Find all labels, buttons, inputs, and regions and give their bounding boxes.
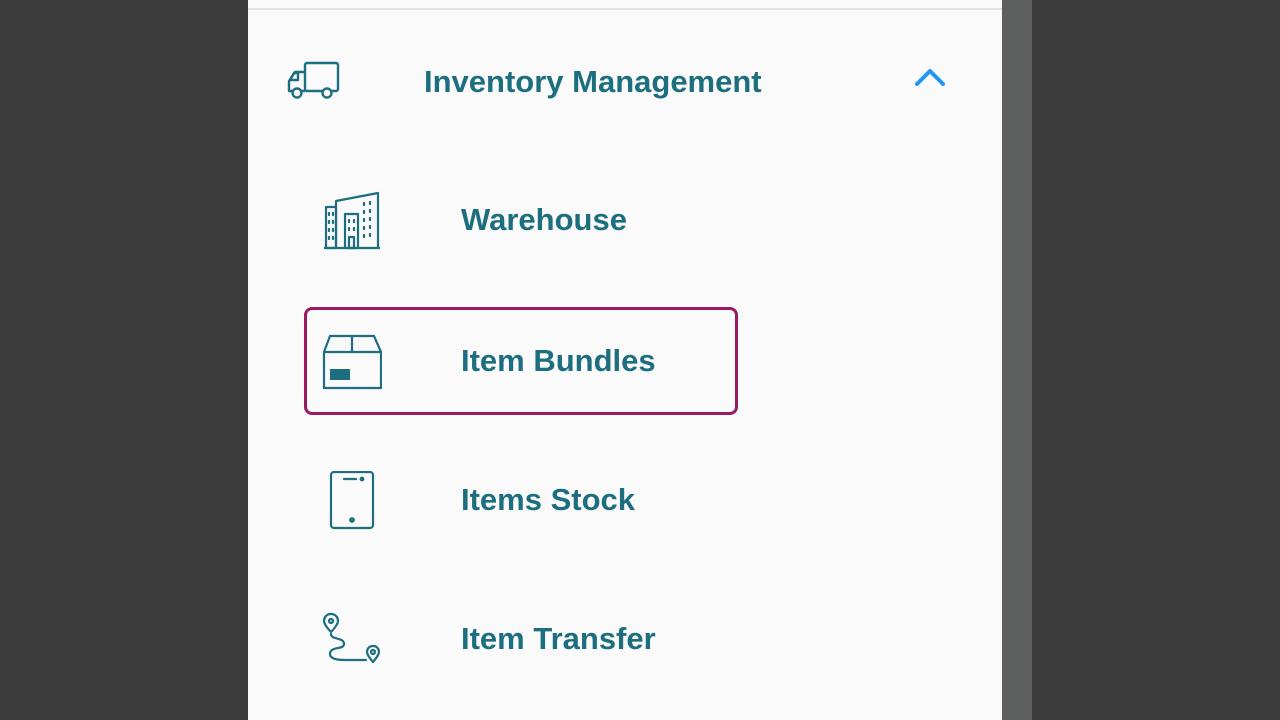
chevron-up-icon[interactable]	[914, 66, 946, 88]
menu-item-label: Item Bundles	[461, 343, 656, 378]
menu-item-items-stock[interactable]: Items Stock	[304, 446, 738, 554]
section-title: Inventory Management	[424, 64, 762, 99]
scrollbar[interactable]	[1002, 0, 1032, 720]
divider	[248, 8, 1002, 10]
truck-icon	[286, 60, 340, 100]
route-icon	[322, 610, 382, 670]
menu-item-warehouse[interactable]: Warehouse	[304, 166, 738, 274]
menu-item-item-transfer[interactable]: Item Transfer	[304, 585, 738, 693]
menu-item-label: Warehouse	[461, 202, 627, 237]
buildings-icon	[322, 191, 382, 251]
menu-item-label: Item Transfer	[461, 621, 656, 656]
menu-item-item-bundles[interactable]: Item Bundles	[304, 307, 738, 415]
tablet-icon	[322, 471, 382, 531]
box-icon	[322, 332, 382, 392]
menu-section-inventory-management[interactable]: Inventory Management	[286, 52, 966, 112]
menu-item-label: Items Stock	[461, 482, 636, 517]
